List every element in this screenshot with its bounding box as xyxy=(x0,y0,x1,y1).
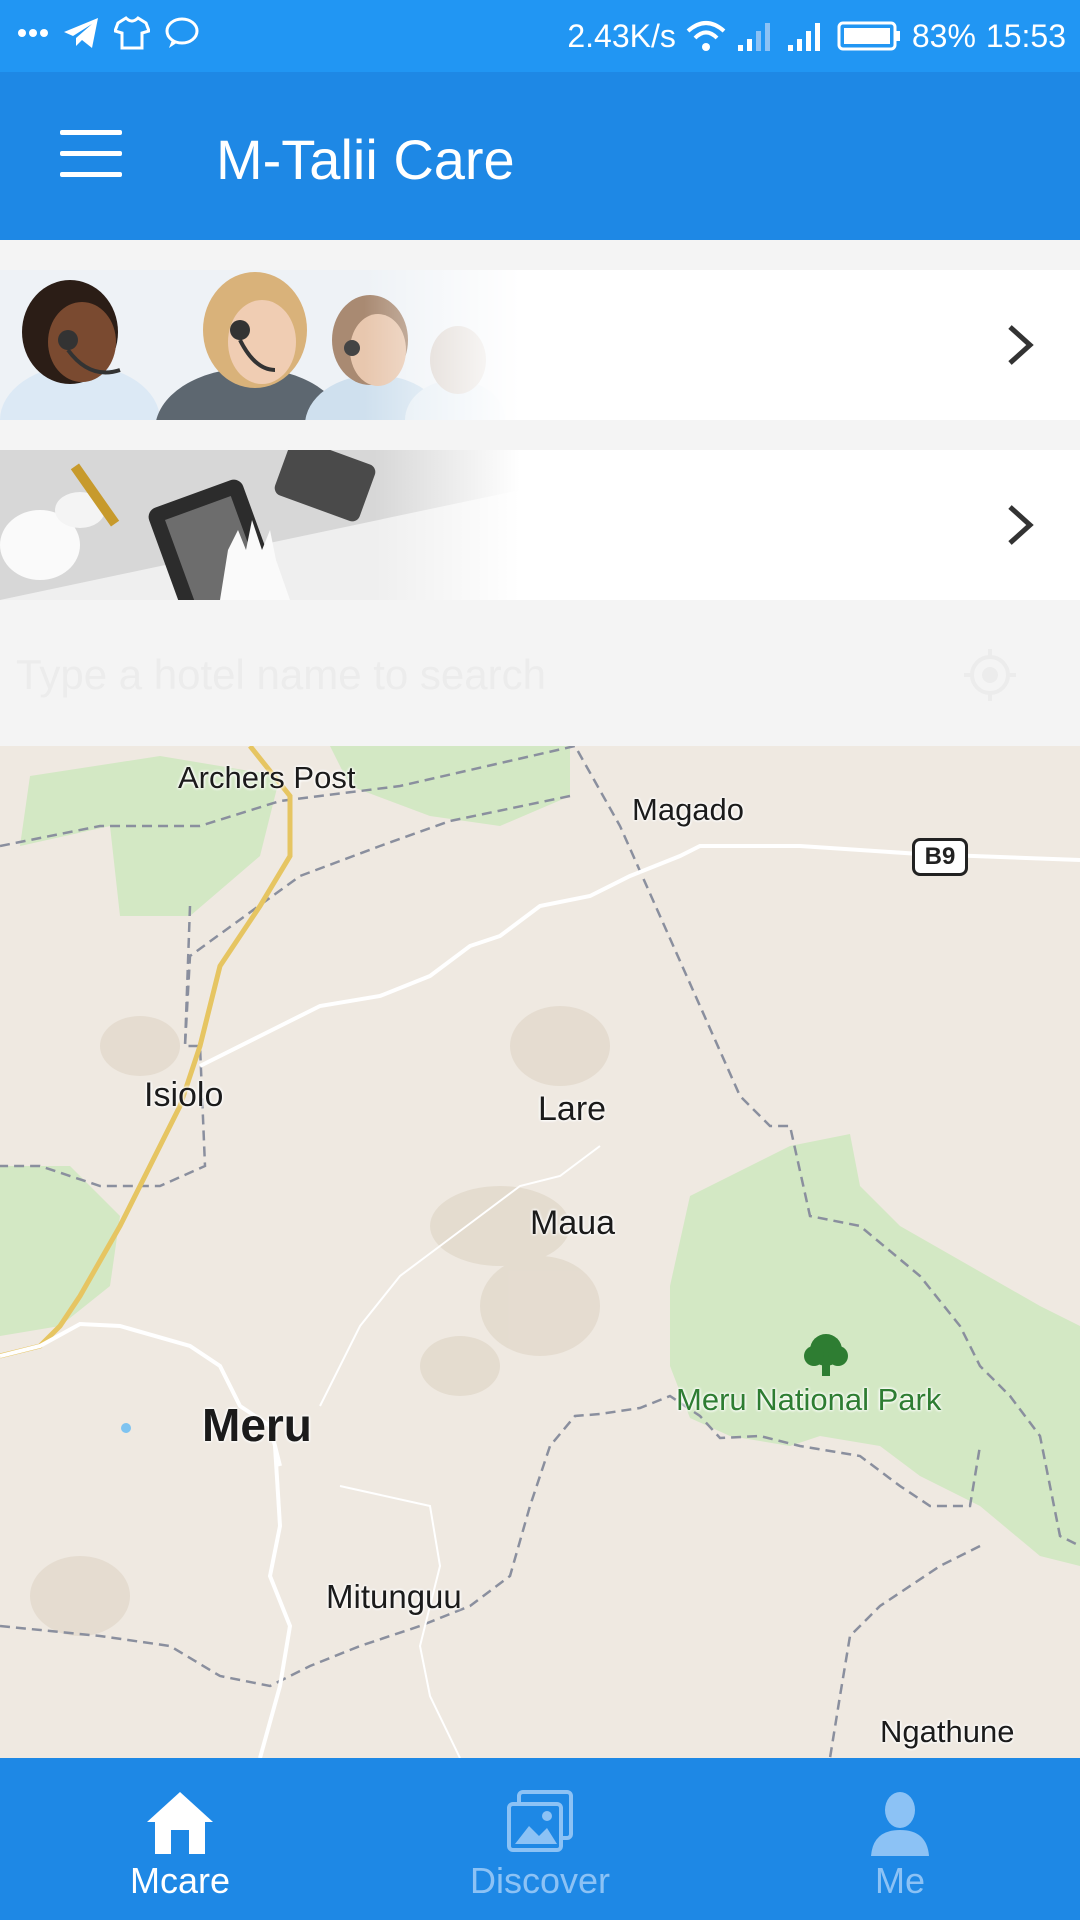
telegram-icon xyxy=(64,18,98,48)
battery-icon xyxy=(837,21,900,51)
map-label-isiolo: Isiolo xyxy=(144,1076,224,1114)
map-canvas xyxy=(0,746,1080,1758)
menu-button[interactable] xyxy=(60,130,122,180)
signal-icon-2 xyxy=(787,23,820,51)
map-label-lare: Lare xyxy=(538,1090,607,1128)
map-view[interactable]: Archers Post Magado B9 Isiolo Lare Maua … xyxy=(0,746,1080,1758)
chat-bubble-icon xyxy=(165,17,199,48)
chevron-right-icon xyxy=(1008,505,1034,545)
status-bar: 2.43K/s 83% 15:53 xyxy=(0,0,1080,72)
bottom-navigation: Mcare Discover Me xyxy=(0,1758,1080,1920)
map-label-ngathune: Ngathune xyxy=(880,1714,1015,1749)
my-location-icon[interactable] xyxy=(962,647,1018,703)
customer-care-card[interactable] xyxy=(0,270,1080,420)
wifi-icon xyxy=(686,21,726,51)
battery-percent: 83% xyxy=(911,18,976,54)
map-label-archers-post: Archers Post xyxy=(178,760,356,795)
phone-repair-card[interactable] xyxy=(0,450,1080,600)
signal-icon-1 xyxy=(737,23,770,51)
map-label-mitunguu: Mitunguu xyxy=(326,1578,462,1615)
nav-label-mcare: Mcare xyxy=(129,1860,231,1901)
hotel-search-input[interactable] xyxy=(14,644,918,706)
phone-repair-banner-image xyxy=(0,450,520,600)
person-icon xyxy=(871,1792,929,1856)
home-icon xyxy=(147,1792,213,1854)
app-bar: M-Talii Care xyxy=(0,72,1080,240)
customer-care-banner-image xyxy=(0,270,520,420)
search-bar xyxy=(0,604,1080,744)
map-label-meru-national-park: Meru National Park xyxy=(676,1382,942,1417)
map-label-meru: Meru xyxy=(202,1399,312,1451)
gallery-icon xyxy=(507,1790,573,1852)
road-shield-b9: B9 xyxy=(912,838,968,876)
nav-label-me: Me xyxy=(874,1860,925,1901)
map-label-magado: Magado xyxy=(632,792,745,827)
nav-tab-discover[interactable]: Discover xyxy=(360,1758,720,1920)
chevron-right-icon xyxy=(1008,325,1034,365)
map-label-maua: Maua xyxy=(530,1204,616,1242)
network-speed: 2.43K/s xyxy=(567,18,676,54)
nav-tab-mcare[interactable]: Mcare xyxy=(0,1758,360,1920)
more-dots-icon xyxy=(18,29,48,37)
status-icons-right: 2.43K/s 83% 15:53 xyxy=(567,16,1066,56)
nav-tab-me[interactable]: Me xyxy=(720,1758,1080,1920)
shirt-icon xyxy=(114,16,150,50)
status-icons-left xyxy=(18,16,200,50)
clock: 15:53 xyxy=(985,18,1066,54)
app-title: M-Talii Care xyxy=(216,128,515,191)
nav-label-discover: Discover xyxy=(469,1860,611,1901)
